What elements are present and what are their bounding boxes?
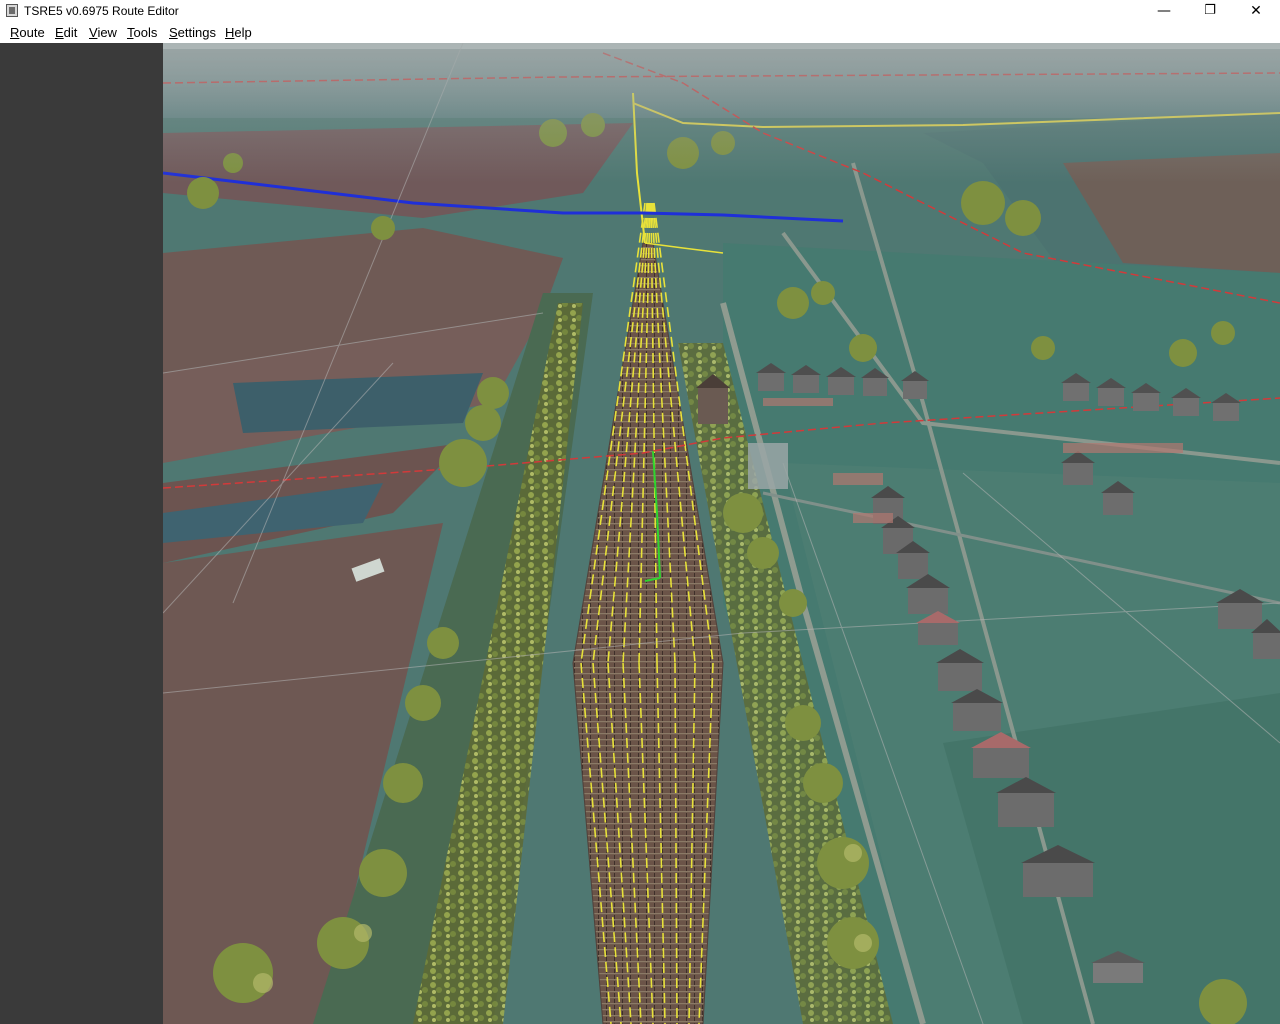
route-3d-viewport[interactable] — [163, 43, 1280, 1024]
maximize-icon: ❐ — [1204, 3, 1216, 18]
window-title: TSRE5 v0.6975 Route Editor — [24, 4, 179, 18]
close-icon: ✕ — [1250, 3, 1262, 19]
app-icon — [6, 4, 18, 17]
menu-bar: Route Edit View Tools Settings Help — [0, 22, 1280, 43]
maximize-button[interactable]: ❐ — [1187, 0, 1233, 22]
terrain-render[interactable] — [163, 43, 1280, 1024]
menu-settings[interactable]: Settings — [168, 25, 217, 40]
minimize-icon: — — [1157, 3, 1171, 19]
title-bar: TSRE5 v0.6975 Route Editor — ❐ ✕ — [0, 0, 1280, 22]
menu-view[interactable]: View — [88, 25, 118, 40]
minimize-button[interactable]: — — [1141, 0, 1187, 22]
tool-panel[interactable] — [0, 43, 163, 1024]
menu-route[interactable]: Route — [9, 25, 46, 40]
close-button[interactable]: ✕ — [1233, 0, 1279, 22]
menu-help[interactable]: Help — [224, 25, 253, 40]
menu-tools[interactable]: Tools — [126, 25, 158, 40]
menu-edit[interactable]: Edit — [54, 25, 78, 40]
